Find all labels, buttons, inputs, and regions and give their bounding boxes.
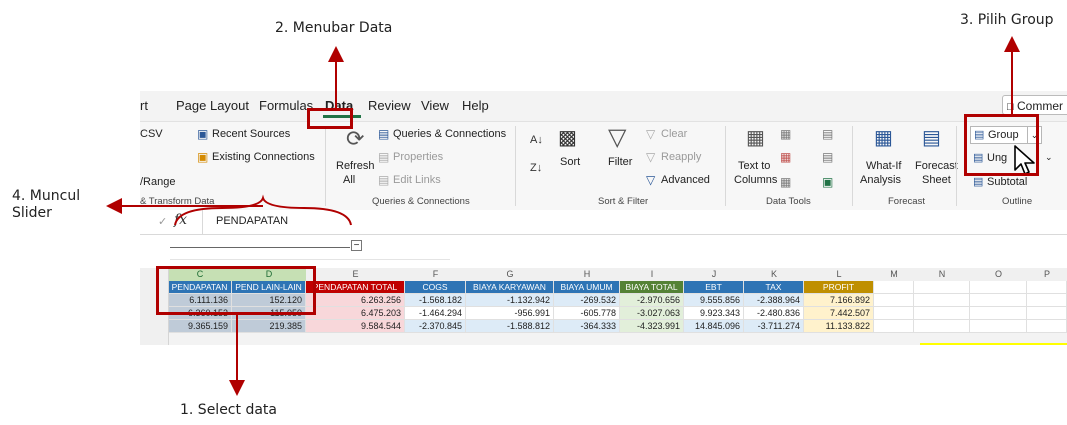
- annotation-arrows: [106, 36, 1020, 396]
